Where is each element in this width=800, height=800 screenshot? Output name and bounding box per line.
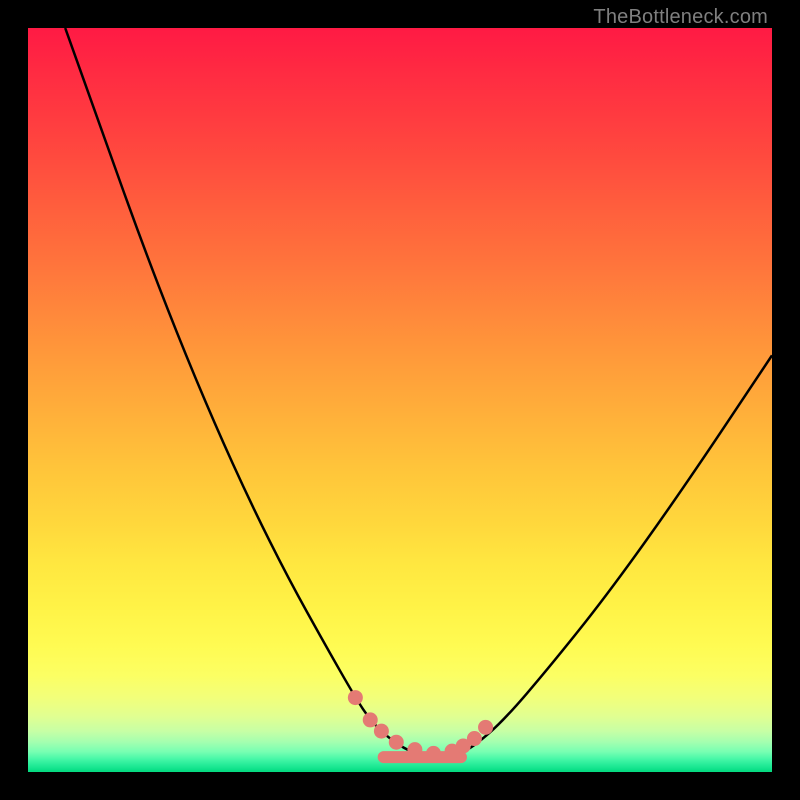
bottleneck-curve bbox=[65, 28, 772, 757]
overlay-svg bbox=[28, 28, 772, 772]
marker-point bbox=[363, 712, 378, 727]
frame: TheBottleneck.com bbox=[0, 0, 800, 800]
marker-point bbox=[407, 742, 422, 757]
attribution-label: TheBottleneck.com bbox=[593, 6, 768, 29]
marker-point bbox=[374, 724, 389, 739]
marker-point bbox=[467, 731, 482, 746]
plot-area bbox=[28, 28, 772, 772]
marker-point bbox=[348, 690, 363, 705]
marker-point bbox=[389, 735, 404, 750]
marker-point bbox=[426, 746, 441, 761]
marker-point bbox=[478, 720, 493, 735]
